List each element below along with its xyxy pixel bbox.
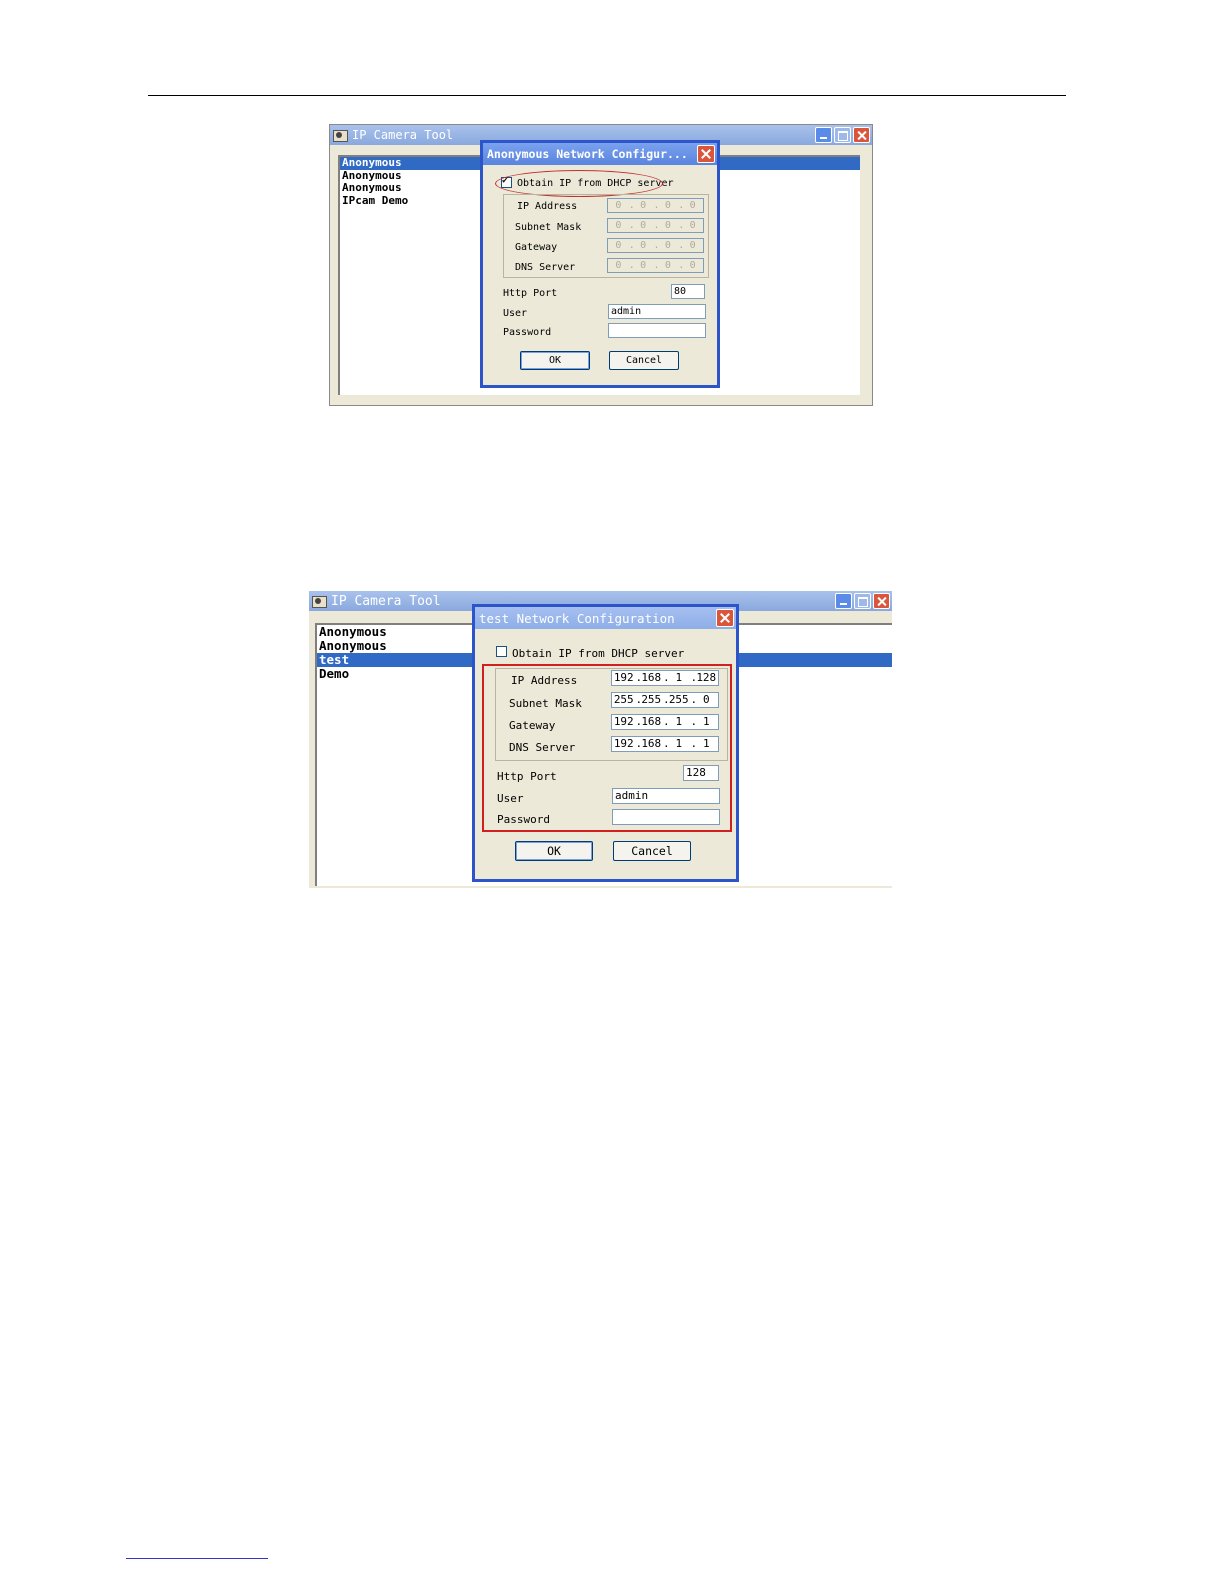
highlight-oval — [495, 170, 663, 197]
http-port-label: Http Port — [497, 770, 557, 783]
minimize-button[interactable] — [815, 127, 832, 143]
close-button[interactable] — [853, 127, 870, 143]
gateway-field[interactable]: 192. 168. 1. 1 — [611, 714, 719, 730]
http-port-field[interactable]: 80 — [671, 284, 705, 299]
user-label: User — [497, 792, 524, 805]
subnet-mask-label: Subnet Mask — [515, 222, 582, 233]
dhcp-label: Obtain IP from DHCP server — [512, 647, 685, 660]
camera-app-icon — [311, 594, 327, 608]
app-title: IP Camera Tool — [352, 128, 454, 142]
dialog-title: test Network Configuration — [479, 610, 675, 626]
cancel-button[interactable]: Cancel — [613, 841, 691, 861]
app-title: IP Camera Tool — [331, 593, 441, 609]
dns-server-field[interactable]: 192. 168. 1. 1 — [611, 736, 719, 752]
user-field[interactable]: admin — [612, 788, 720, 804]
password-field[interactable] — [612, 809, 720, 825]
dns-server-label: DNS Server — [515, 262, 576, 273]
ip-camera-tool-window-2: IP Camera Tool Anonymous Anonymous test … — [309, 591, 892, 888]
ok-button[interactable]: OK — [515, 841, 593, 861]
maximize-button[interactable] — [854, 593, 871, 609]
dialog-close-button[interactable] — [716, 609, 734, 627]
ip-address-label: IP Address — [511, 674, 578, 687]
page-header-rule — [148, 95, 1066, 96]
dialog-title: Anonymous Network Configur... — [487, 147, 688, 161]
footer-link-underline[interactable] — [126, 1558, 268, 1559]
maximize-button[interactable] — [834, 127, 851, 143]
ok-button[interactable]: OK — [520, 351, 590, 370]
ip-address-label: IP Address — [517, 201, 578, 212]
password-label: Password — [503, 327, 552, 338]
close-button[interactable] — [873, 593, 890, 609]
dialog-close-button[interactable] — [697, 145, 715, 163]
subnet-mask-label: Subnet Mask — [509, 697, 582, 710]
user-field[interactable]: admin — [608, 304, 706, 319]
minimize-button[interactable] — [835, 593, 852, 609]
network-config-dialog: Anonymous Network Configur... Obtain IP … — [480, 140, 720, 388]
dialog-titlebar: Anonymous Network Configur... — [483, 143, 717, 165]
ip-address-field[interactable]: 192. 168. 1. 128 — [611, 670, 719, 686]
subnet-mask-field[interactable]: 0. 0. 0. 0 — [607, 218, 704, 233]
dialog-titlebar: test Network Configuration — [475, 607, 736, 629]
network-config-dialog: test Network Configuration Obtain IP fro… — [472, 604, 739, 882]
dhcp-checkbox[interactable] — [496, 646, 507, 657]
password-field[interactable] — [608, 323, 706, 338]
camera-app-icon — [332, 128, 348, 142]
gateway-label: Gateway — [515, 242, 558, 253]
gateway-label: Gateway — [509, 719, 556, 732]
dns-server-label: DNS Server — [509, 741, 576, 754]
ip-camera-tool-window-1: IP Camera Tool Anonymous Anonymous Anony… — [329, 124, 873, 406]
subnet-mask-field[interactable]: 255. 255. 255. 0 — [611, 692, 719, 708]
gateway-field[interactable]: 0. 0. 0. 0 — [607, 238, 704, 253]
cancel-button[interactable]: Cancel — [609, 351, 679, 370]
password-label: Password — [497, 813, 550, 826]
http-port-field[interactable]: 128 — [683, 765, 719, 781]
http-port-label: Http Port — [503, 288, 558, 299]
dns-server-field[interactable]: 0. 0. 0. 0 — [607, 258, 704, 273]
ip-address-field[interactable]: 0. 0. 0. 0 — [607, 198, 704, 213]
user-label: User — [503, 308, 528, 319]
